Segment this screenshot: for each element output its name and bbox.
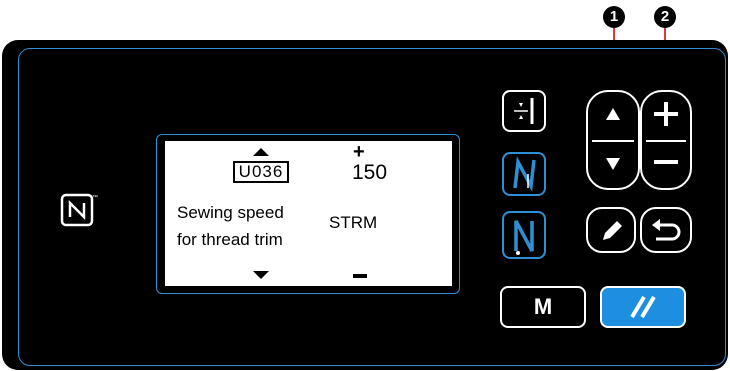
param-abbr: STRM xyxy=(329,213,378,232)
down-button[interactable] xyxy=(588,140,638,188)
param-name-2: for thread trim xyxy=(177,230,283,249)
lcd-screen: U036 + 150 Sewing speed for thread trim … xyxy=(165,141,452,286)
nfc-icon: ™ xyxy=(60,191,98,229)
up-triangle-icon xyxy=(253,148,269,156)
needle-position-button[interactable] xyxy=(502,90,546,132)
thread-trim-icon xyxy=(513,156,536,192)
bottom-stitch-button[interactable] xyxy=(502,211,546,259)
thread-trim-button[interactable] xyxy=(502,152,546,196)
up-button[interactable] xyxy=(588,92,638,140)
plus-minus-selector xyxy=(640,90,692,190)
plus-icon xyxy=(654,102,678,126)
return-icon xyxy=(652,219,681,241)
needle-position-icon xyxy=(514,98,534,124)
bottom-stitch-icon xyxy=(514,220,534,255)
callout-2: 2 xyxy=(654,6,676,28)
reset-icon xyxy=(630,295,656,319)
up-down-selector xyxy=(586,90,640,190)
reset-button[interactable] xyxy=(600,286,686,328)
edit-button[interactable] xyxy=(586,207,636,253)
mode-button[interactable]: M xyxy=(500,286,586,328)
param-value: 150 xyxy=(352,161,388,184)
pencil-icon xyxy=(603,221,622,240)
down-triangle-icon xyxy=(253,271,269,279)
minus-icon xyxy=(654,160,678,164)
up-arrow-icon xyxy=(606,108,620,120)
callout-1: 1 xyxy=(603,6,625,28)
svg-text:™: ™ xyxy=(92,194,98,201)
param-code: U036 xyxy=(233,161,289,183)
plus-button[interactable] xyxy=(642,92,690,140)
mode-label: M xyxy=(533,294,553,319)
param-name-1: Sewing speed xyxy=(177,203,284,222)
return-button[interactable] xyxy=(640,207,692,253)
minus-icon xyxy=(353,274,367,278)
down-arrow-icon xyxy=(606,158,620,170)
minus-button[interactable] xyxy=(642,140,690,188)
